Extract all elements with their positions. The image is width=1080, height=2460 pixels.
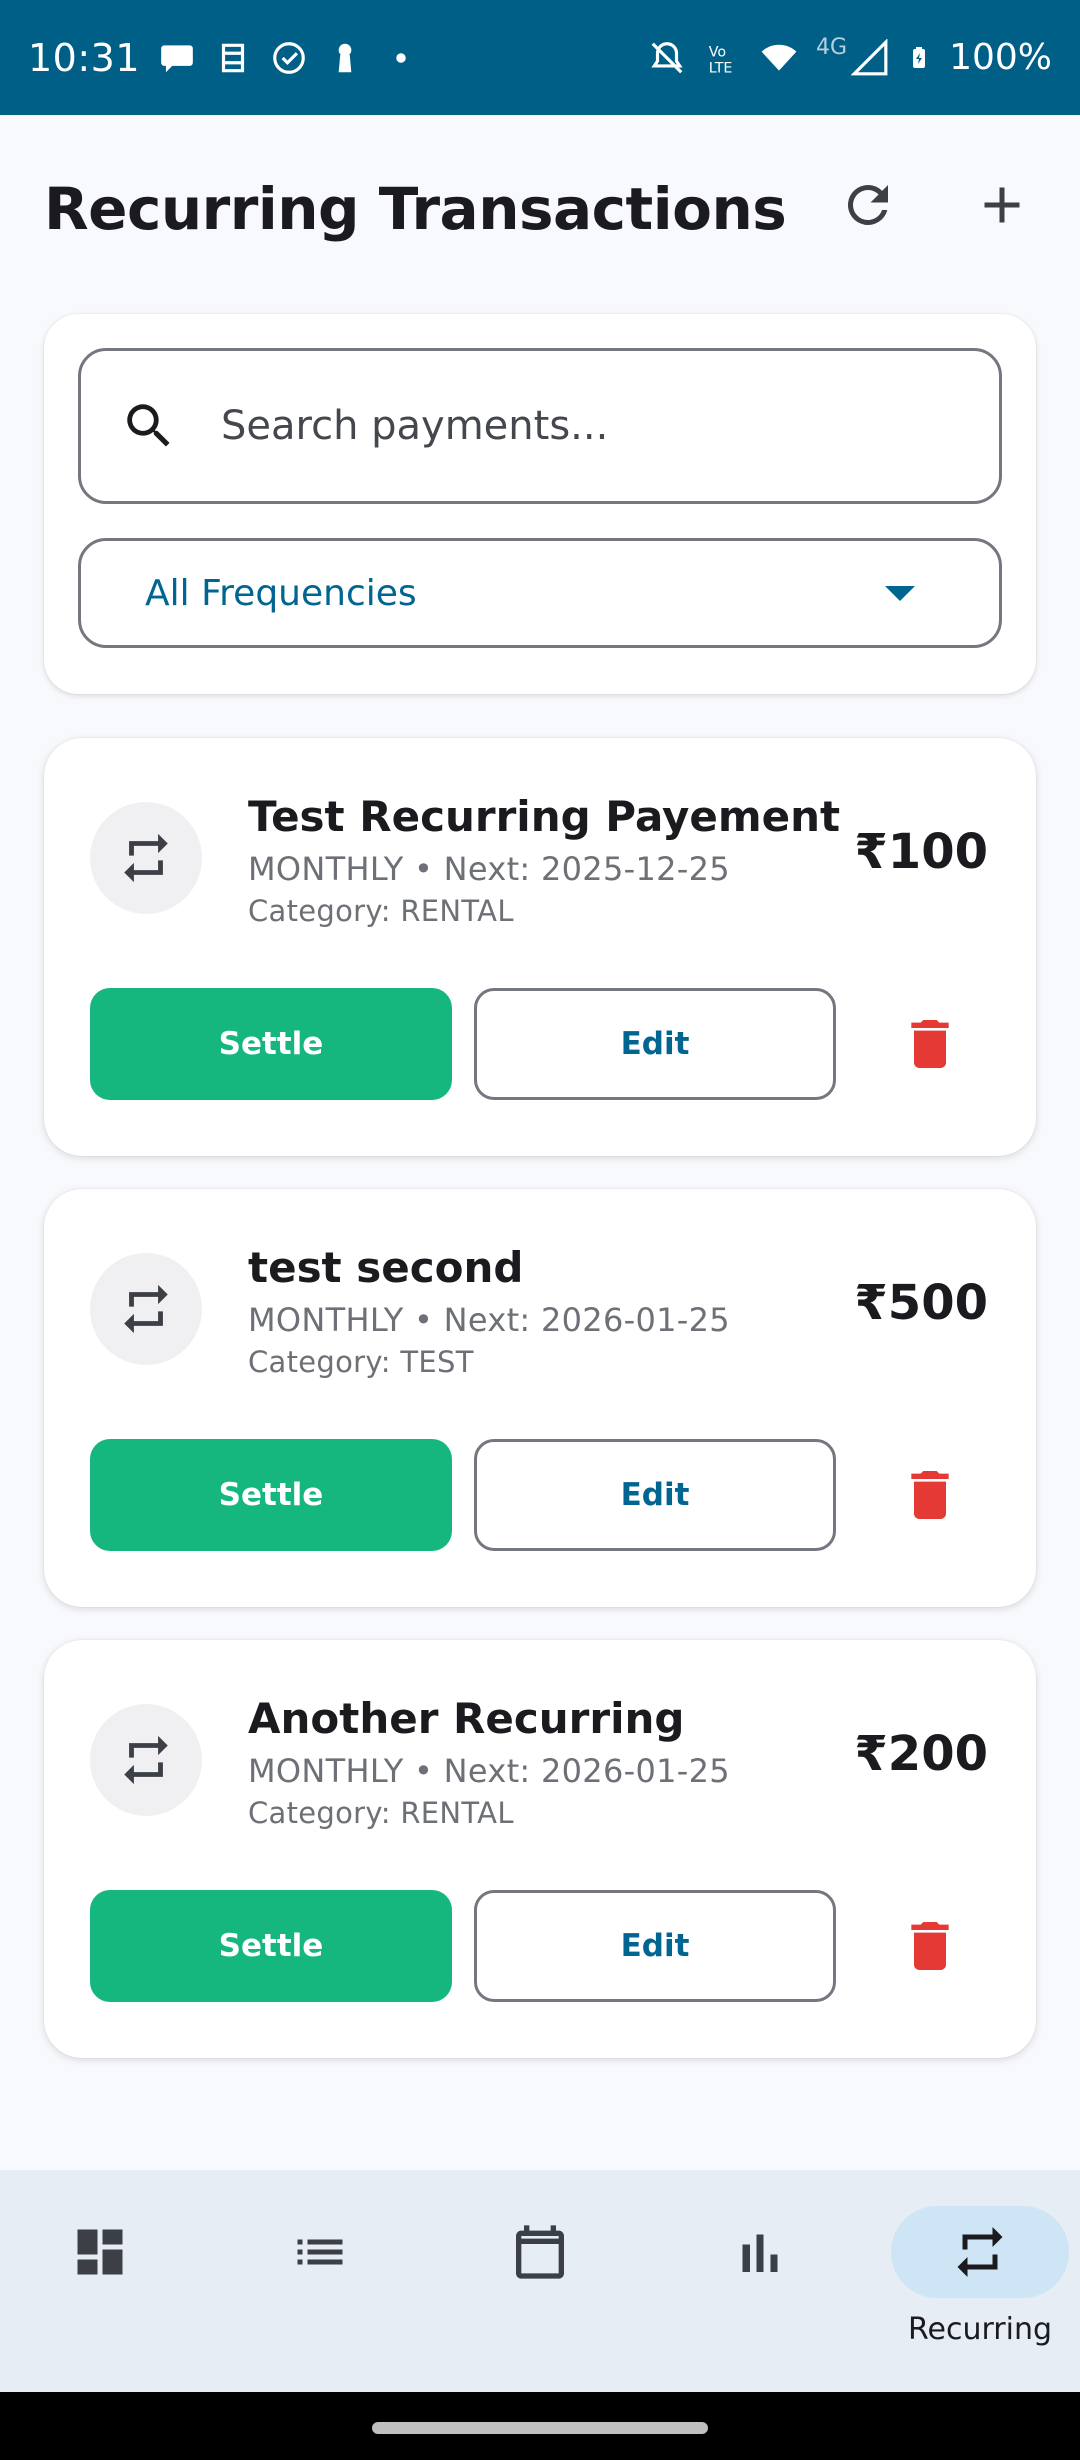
trash-icon (911, 1020, 949, 1068)
search-icon (117, 394, 181, 458)
refresh-button[interactable] (828, 165, 908, 245)
network-type: 4G (816, 35, 848, 60)
edit-button[interactable]: Edit (474, 1890, 836, 2002)
svg-text:Vo: Vo (709, 44, 726, 60)
transaction-schedule: MONTHLY • Next: 2025-12-25 (248, 850, 730, 888)
settle-button[interactable]: Settle (90, 1890, 452, 2002)
volte-icon: VoLTE (709, 44, 733, 76)
transaction-category: Category: RENTAL (248, 894, 514, 928)
page-title: Recurring Transactions (44, 175, 787, 243)
repeat-icon (90, 1704, 202, 1816)
add-button[interactable] (962, 165, 1042, 245)
transaction-card: Another Recurring MONTHLY • Next: 2026-0… (44, 1640, 1036, 2058)
delete-button[interactable] (890, 1004, 970, 1084)
battery-percent: 100% (949, 37, 1052, 78)
transaction-amount: ₹500 (854, 1275, 988, 1331)
search-input[interactable] (221, 403, 941, 449)
chat-bubble-icon (161, 44, 193, 72)
svg-text:LTE: LTE (709, 60, 733, 76)
dot-icon (396, 52, 406, 63)
nav-item-dashboard[interactable] (20, 2206, 180, 2356)
frequency-selected-value: All Frequencies (145, 572, 417, 614)
edit-button[interactable]: Edit (474, 1439, 836, 1551)
frequency-dropdown[interactable]: All Frequencies (78, 538, 1002, 648)
edit-button[interactable]: Edit (474, 988, 836, 1100)
check-circle-icon (273, 41, 305, 74)
transaction-card: Test Recurring Payement MONTHLY • Next: … (44, 738, 1036, 1156)
trash-icon (911, 1922, 949, 1970)
filter-card: All Frequencies (44, 314, 1036, 694)
wifi-icon (761, 44, 797, 71)
dashboard-icon (11, 2206, 189, 2298)
nav-item-transactions[interactable] (240, 2206, 400, 2356)
delete-button[interactable] (890, 1906, 970, 1986)
nav-item-calendar[interactable] (460, 2206, 620, 2356)
dropdown-caret-icon (885, 585, 915, 601)
plus-icon (984, 187, 1020, 223)
refresh-icon (847, 184, 888, 225)
app-notification-icon (221, 43, 245, 72)
transaction-amount: ₹200 (854, 1726, 988, 1782)
transaction-card: test second MONTHLY • Next: 2026-01-25 C… (44, 1189, 1036, 1607)
transaction-category: Category: RENTAL (248, 1796, 514, 1830)
transaction-name: Test Recurring Payement (248, 792, 841, 841)
nav-item-analytics[interactable] (680, 2206, 840, 2356)
transaction-schedule: MONTHLY • Next: 2026-01-25 (248, 1752, 730, 1790)
settle-button[interactable]: Settle (90, 1439, 452, 1551)
battery-icon (913, 46, 926, 68)
app-header: Recurring Transactions (0, 115, 1080, 295)
transaction-schedule: MONTHLY • Next: 2026-01-25 (248, 1301, 730, 1339)
repeat-icon (90, 1253, 202, 1365)
repeat-icon (90, 802, 202, 914)
keyhole-icon (338, 43, 352, 72)
transaction-amount: ₹100 (854, 824, 988, 880)
nav-label-recurring: Recurring (908, 2312, 1052, 2347)
transaction-category: Category: TEST (248, 1345, 474, 1379)
calendar-icon (451, 2206, 629, 2298)
nav-item-recurring[interactable]: Recurring (891, 2206, 1069, 2356)
trash-icon (911, 1471, 949, 1519)
search-box[interactable] (78, 348, 1002, 504)
repeat-icon (891, 2206, 1069, 2298)
settle-button[interactable]: Settle (90, 988, 452, 1100)
delete-button[interactable] (890, 1455, 970, 1535)
bar-chart-icon (671, 2206, 849, 2298)
list-icon (231, 2206, 409, 2298)
transaction-name: test second (248, 1243, 524, 1292)
status-time: 10:31 (28, 35, 141, 80)
system-navigation-bar (0, 2392, 1080, 2460)
bottom-navigation: Recurring (0, 2170, 1080, 2392)
gesture-handle[interactable] (372, 2422, 708, 2434)
transaction-name: Another Recurring (248, 1694, 685, 1743)
signal-icon (851, 38, 888, 75)
mute-bell-icon (651, 41, 683, 73)
status-bar: 10:31 Vo LTE 4G 100% (0, 0, 1080, 115)
